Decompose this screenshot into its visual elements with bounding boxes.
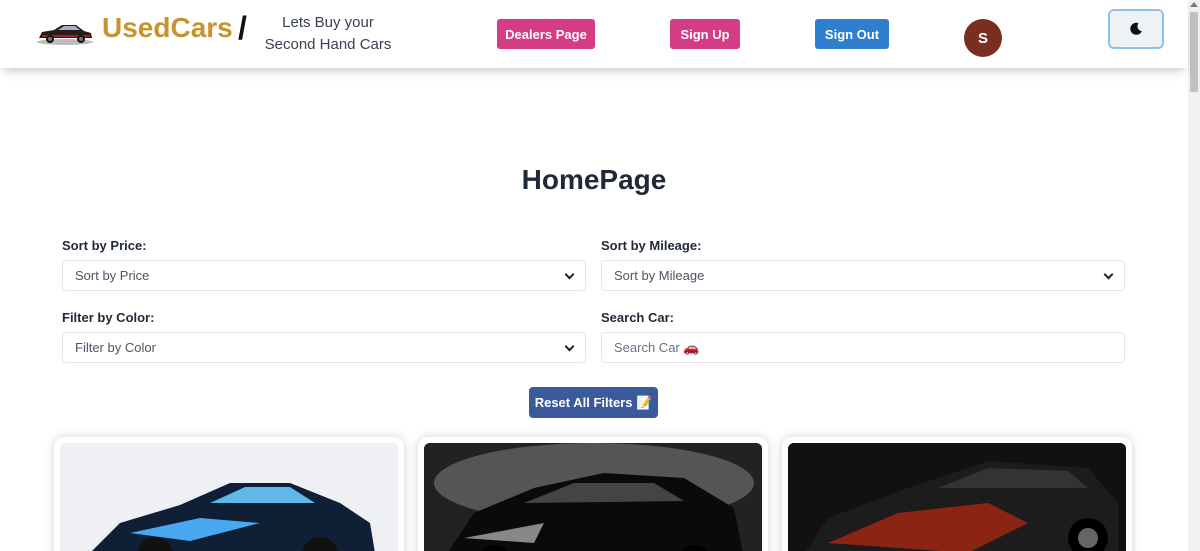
car-photo-blue <box>60 443 398 551</box>
car-image[interactable] <box>60 443 398 551</box>
sign-up-button[interactable]: Sign Up <box>670 19 740 49</box>
car-card[interactable] <box>418 437 768 551</box>
chevron-down-icon <box>564 341 575 352</box>
tagline-line-1: Lets Buy your <box>282 14 374 31</box>
sort-mileage-label: Sort by Mileage: <box>601 238 702 253</box>
filter-color-value: Filter by Color <box>75 340 156 355</box>
car-photo-red <box>788 443 1126 551</box>
car-card[interactable] <box>782 437 1132 551</box>
chevron-down-icon <box>564 269 575 280</box>
sort-mileage-select[interactable]: Sort by Mileage <box>601 260 1125 291</box>
search-car-input[interactable]: Search Car 🚗 <box>601 332 1125 363</box>
moon-icon <box>1130 22 1142 35</box>
sort-price-select[interactable]: Sort by Price <box>62 260 586 291</box>
sort-price-value: Sort by Price <box>75 268 150 283</box>
search-car-label: Search Car: <box>601 310 674 325</box>
theme-toggle-button[interactable] <box>1108 9 1164 49</box>
sort-price-label: Sort by Price: <box>62 238 147 253</box>
car-image[interactable] <box>788 443 1126 551</box>
avatar[interactable]: S <box>964 19 1002 57</box>
car-image[interactable] <box>424 443 762 551</box>
brand-name[interactable]: UsedCars <box>102 12 233 44</box>
page-scrollbar[interactable] <box>1188 0 1200 551</box>
chevron-down-icon <box>1103 269 1114 280</box>
filter-color-select[interactable]: Filter by Color <box>62 332 586 363</box>
sign-out-button[interactable]: Sign Out <box>815 19 889 49</box>
tagline-line-2: Second Hand Cars <box>264 36 392 53</box>
site-header: UsedCars / Lets Buy your Second Hand Car… <box>0 0 1188 68</box>
brand-separator: / <box>238 10 247 46</box>
scroll-thumb[interactable] <box>1190 12 1198 92</box>
sort-mileage-value: Sort by Mileage <box>614 268 705 283</box>
car-logo-icon[interactable] <box>36 20 94 46</box>
car-photo-black <box>424 443 762 551</box>
car-card[interactable] <box>54 437 404 551</box>
page-title: HomePage <box>521 164 667 195</box>
search-car-placeholder: Search Car 🚗 <box>614 339 700 355</box>
tagline: Lets Buy your Second Hand Cars <box>262 12 394 56</box>
reset-filters-button[interactable]: Reset All Filters 📝 <box>529 387 658 418</box>
scroll-up-arrow[interactable] <box>1190 2 1198 7</box>
dealers-page-button[interactable]: Dealers Page <box>497 19 595 49</box>
filter-color-label: Filter by Color: <box>62 310 155 325</box>
